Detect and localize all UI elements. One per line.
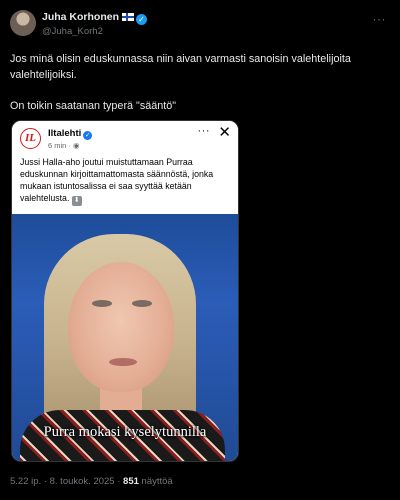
views-label: näyttöä — [138, 476, 173, 487]
globe-icon: ◉ — [73, 141, 80, 150]
iltalehti-logo: IL — [20, 128, 41, 149]
down-arrow-emoji-icon: ⬇ — [71, 196, 82, 206]
embedded-text: Jussi Halla-aho joutui muistuttamaan Pur… — [20, 157, 214, 203]
photo-eye-right — [132, 300, 152, 307]
post-text: Jos minä olisin eduskunnassa niin aivan … — [10, 52, 390, 114]
meta-separator: · — [114, 476, 124, 487]
photo-mouth — [109, 358, 137, 366]
author-display-name-row[interactable]: Juha Korhonen ✓ — [42, 11, 148, 25]
more-options-icon[interactable]: ··· — [373, 12, 387, 26]
embedded-close-icon: ✕ — [218, 124, 231, 141]
news-photo: Purra mokasi kyselytunnilla — [12, 214, 238, 461]
source-verified-icon: ✓ — [83, 131, 93, 140]
post-header: Juha Korhonen ✓ @Juha_Korh2 ··· — [10, 8, 390, 40]
photo-face — [68, 262, 174, 392]
embedded-more-icon: ··· — [197, 125, 210, 137]
source-time: 6 min · — [48, 141, 74, 150]
post-text-line1: Jos minä olisin eduskunnassa niin aivan … — [10, 53, 351, 81]
embedded-screenshot[interactable]: IL Iltalehti ✓ 6 min · ◉ ··· ✕ Jussi Hall… — [11, 120, 239, 462]
photo-eye-left — [92, 300, 112, 307]
verified-badge-icon[interactable]: ✓ — [136, 14, 148, 25]
post-text-line2: On toikin saatanan typerä "sääntö" — [10, 99, 177, 112]
source-name-row: Iltalehti ✓ — [48, 128, 93, 140]
finland-flag-icon — [122, 13, 135, 21]
source-name: Iltalehti — [48, 128, 82, 139]
post-meta: 5.22 ip. · 8. toukok. 2025 · 851 näyttöä — [10, 476, 173, 487]
source-time-row: 6 min · ◉ — [48, 141, 80, 150]
author-avatar[interactable] — [10, 10, 36, 36]
post-date[interactable]: 8. toukok. 2025 — [50, 476, 115, 487]
embedded-post-text: Jussi Halla-aho joutui muistuttamaan Pur… — [20, 156, 234, 206]
photo-caption: Purra mokasi kyselytunnilla — [43, 424, 207, 440]
author-display-name[interactable]: Juha Korhonen — [42, 11, 119, 23]
post-time[interactable]: 5.22 ip. — [10, 476, 41, 487]
author-handle[interactable]: @Juha_Korh2 — [42, 26, 103, 37]
embedded-post-header: IL Iltalehti ✓ 6 min · ◉ ··· ✕ Jussi Hall… — [12, 121, 238, 214]
views-count[interactable]: 851 — [123, 476, 139, 487]
meta-separator: · — [41, 476, 50, 487]
